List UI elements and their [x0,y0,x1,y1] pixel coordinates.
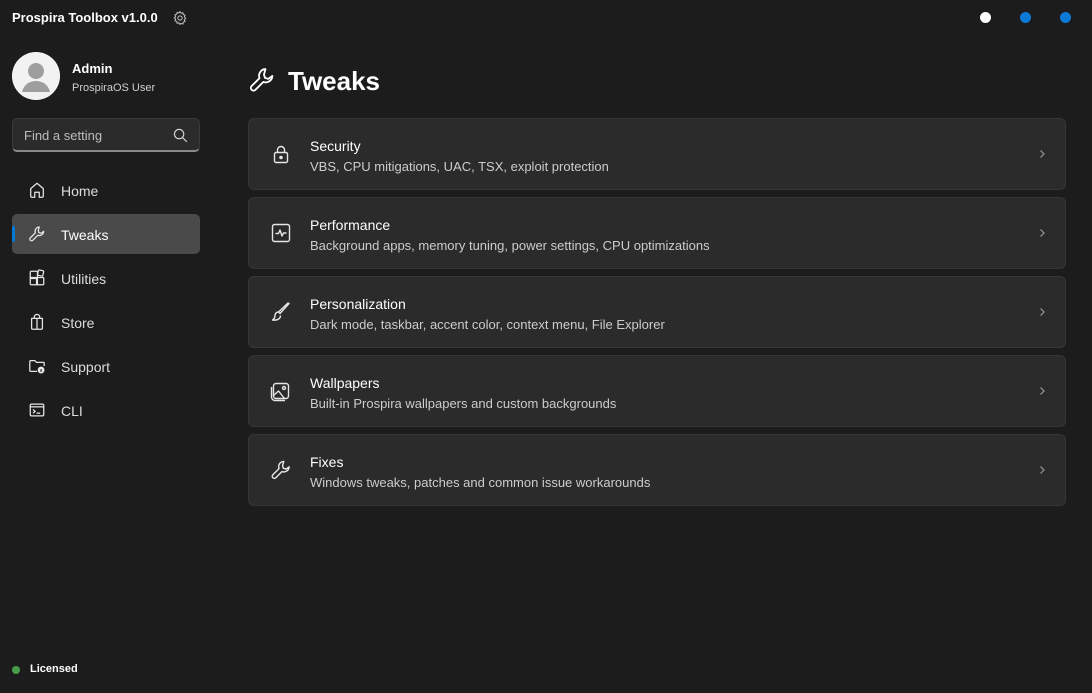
card-description: Background apps, memory tuning, power se… [310,238,710,253]
sidebar-item-label: CLI [61,403,83,419]
search-input[interactable] [13,119,163,151]
sidebar-item-tweaks[interactable]: Tweaks [12,214,200,254]
wrench-icon [28,225,46,243]
chevron-right-icon [1037,465,1047,475]
app-window: Prospira Toolbox v1.0.0 Admin ProspiraOS… [0,0,1092,693]
window-dot-blue-2[interactable] [1060,12,1071,23]
image-icon [270,380,292,402]
search-box [12,118,200,152]
card-title: Wallpapers [310,375,380,391]
sidebar-item-cli[interactable]: CLI [12,390,200,430]
profile-role: ProspiraOS User [72,82,156,94]
settings-card-performance[interactable]: Performance Background apps, memory tuni… [248,197,1066,269]
home-icon [28,181,46,199]
license-status-label: Licensed [30,663,78,675]
wrench-icon [270,459,292,481]
chevron-right-icon [1037,228,1047,238]
sidebar-item-label: Store [61,315,95,331]
sidebar-item-store[interactable]: Store [12,302,200,342]
page-title: Tweaks [288,66,381,96]
sidebar-item-label: Home [61,183,99,199]
lock-icon [270,143,292,165]
card-title: Fixes [310,454,344,470]
card-title: Performance [310,217,391,233]
sidebar-item-label: Support [61,359,111,375]
gear-icon[interactable] [172,10,188,26]
sidebar-item-support[interactable]: Support [12,346,200,386]
card-title: Security [310,138,361,154]
window-dot-blue[interactable] [1020,12,1031,23]
card-description: Built-in Prospira wallpapers and custom … [310,396,617,411]
brush-icon [270,301,292,323]
sidebar-item-home[interactable]: Home [12,170,200,210]
sidebar-item-utilities[interactable]: Utilities [12,258,200,298]
chevron-right-icon [1037,149,1047,159]
shopping-bag-icon [28,313,46,331]
apps-grid-icon [28,269,46,287]
card-title: Personalization [310,296,406,312]
sidebar: Admin ProspiraOS User Home [0,36,212,693]
settings-card-fixes[interactable]: Fixes Windows tweaks, patches and common… [248,434,1066,506]
search-icon[interactable] [173,128,188,143]
folder-info-icon [28,357,46,375]
user-profile[interactable]: Admin ProspiraOS User [12,52,202,102]
window-dot-white[interactable] [980,12,991,23]
card-description: Dark mode, taskbar, accent color, contex… [310,317,665,332]
app-title: Prospira Toolbox v1.0.0 [12,10,158,25]
user-avatar-icon [12,52,60,100]
license-status-dot-icon [12,666,20,674]
profile-name: Admin [72,61,113,76]
card-description: Windows tweaks, patches and common issue… [310,475,651,490]
settings-card-personalization[interactable]: Personalization Dark mode, taskbar, acce… [248,276,1066,348]
pulse-icon [270,222,292,244]
chevron-right-icon [1037,386,1047,396]
sidebar-item-label: Tweaks [61,227,109,243]
card-description: VBS, CPU mitigations, UAC, TSX, exploit … [310,159,609,174]
terminal-icon [28,401,46,419]
settings-card-security[interactable]: Security VBS, CPU mitigations, UAC, TSX,… [248,118,1066,190]
sidebar-item-label: Utilities [61,271,107,287]
settings-card-wallpapers[interactable]: Wallpapers Built-in Prospira wallpapers … [248,355,1066,427]
sidebar-nav: Home Tweaks Utilities Store Support CLI [12,170,200,434]
settings-list: Security VBS, CPU mitigations, UAC, TSX,… [248,118,1066,513]
chevron-right-icon [1037,307,1047,317]
title-bar: Prospira Toolbox v1.0.0 [0,0,1092,36]
wrench-icon [248,66,276,94]
